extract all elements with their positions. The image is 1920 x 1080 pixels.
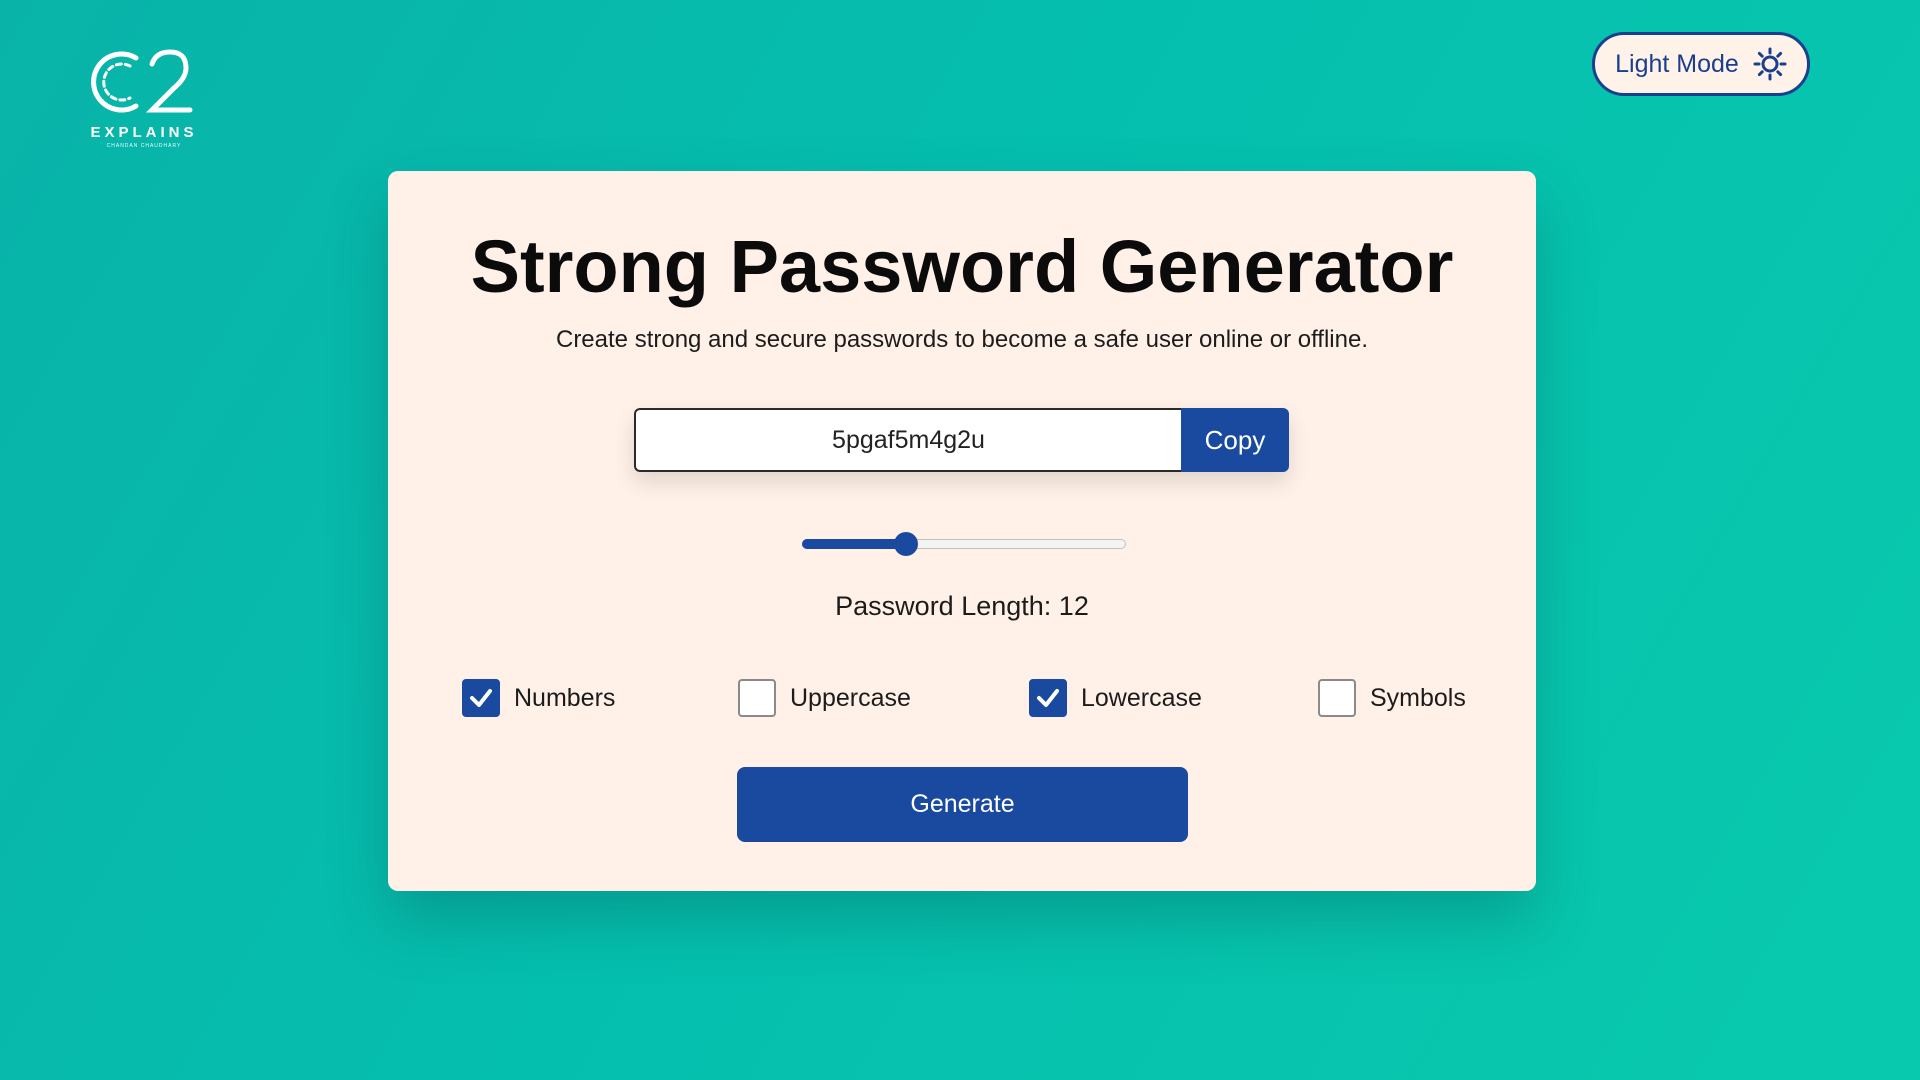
option-symbols[interactable]: Symbols [1318,678,1466,718]
option-uppercase[interactable]: Uppercase [738,678,911,718]
password-length-readout: Password Length: 12 [388,591,1536,622]
password-output-row: Copy [634,408,1289,472]
password-output-field[interactable] [634,408,1181,472]
c2-explains-logo: EXPLAINS CHANDAN CHAUDHARY [86,44,202,152]
generate-button[interactable]: Generate [737,767,1188,842]
logo-mark [91,49,193,113]
copy-button[interactable]: Copy [1181,408,1289,472]
password-generator-card: Strong Password Generator Create strong … [388,171,1536,891]
lowercase-label: Lowercase [1081,683,1202,712]
light-mode-toggle[interactable]: Light Mode [1592,32,1810,96]
password-length-value: 12 [1058,591,1089,621]
symbols-checkbox[interactable] [1318,679,1356,717]
slider-fill [802,539,906,549]
lowercase-checkbox[interactable] [1029,679,1067,717]
uppercase-label: Uppercase [790,683,911,712]
page-title: Strong Password Generator [470,225,1454,308]
sun-icon [1753,47,1787,81]
uppercase-checkbox[interactable] [738,679,776,717]
checkmark-icon [470,689,492,707]
numbers-checkbox[interactable] [462,679,500,717]
slider-thumb[interactable] [893,532,918,556]
page-subtitle: Create strong and secure passwords to be… [555,326,1368,353]
symbols-label: Symbols [1370,683,1466,712]
password-length-slider[interactable] [802,531,1126,557]
option-numbers[interactable]: Numbers [462,678,615,718]
password-length-label: Password Length: [835,591,1059,621]
checkmark-icon [1037,689,1059,707]
numbers-label: Numbers [514,683,616,712]
logo-wordmark: EXPLAINS [90,124,198,141]
mode-toggle-label: Light Mode [1615,49,1739,78]
logo-author: CHANDAN CHAUDHARY [106,143,182,149]
option-lowercase[interactable]: Lowercase [1029,678,1202,718]
